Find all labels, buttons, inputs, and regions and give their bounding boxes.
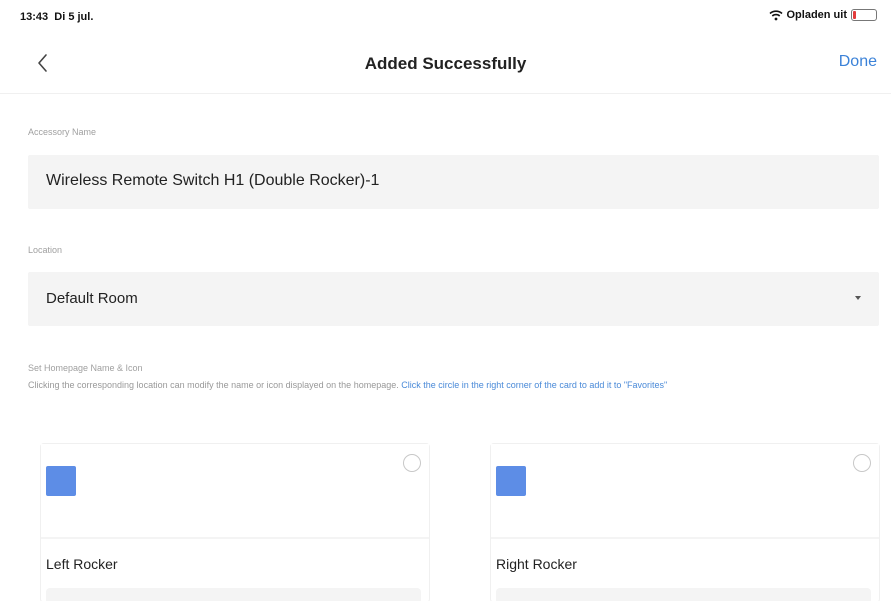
status-clock: 13:43 Di 5 jul.: [20, 11, 94, 23]
card-header: [41, 444, 429, 537]
location-select[interactable]: Default Room: [28, 272, 879, 326]
card-divider: [491, 537, 879, 539]
accessory-name-value: Wireless Remote Switch H1 (Double Rocker…: [46, 172, 380, 189]
card-header: [491, 444, 879, 537]
accessory-name-label: Accessory Name: [28, 127, 97, 137]
location-label: Location: [28, 245, 63, 255]
homepage-hint-text: Clicking the corresponding location can …: [28, 380, 399, 390]
navigation-bar: Added Successfully Done: [0, 34, 891, 94]
card-name[interactable]: Left Rocker: [46, 556, 118, 572]
card-footer: [496, 588, 871, 601]
favorite-circle-icon[interactable]: [403, 454, 421, 472]
accessory-name-field[interactable]: Wireless Remote Switch H1 (Double Rocker…: [28, 155, 879, 209]
status-indicators: Opladen uit: [768, 9, 877, 21]
battery-icon: [851, 9, 877, 21]
done-button[interactable]: Done: [839, 53, 877, 71]
location-value: Default Room: [46, 290, 138, 307]
charging-status: Opladen uit: [786, 9, 848, 21]
left-rocker-card[interactable]: Left Rocker: [40, 443, 430, 601]
switch-icon[interactable]: [46, 466, 76, 496]
switch-icon[interactable]: [496, 466, 526, 496]
card-name[interactable]: Right Rocker: [496, 556, 577, 572]
status-bar: 13:43 Di 5 jul. Opladen uit: [0, 0, 891, 34]
wifi-icon: [768, 10, 783, 21]
page-title: Added Successfully: [364, 54, 527, 73]
right-rocker-card[interactable]: Right Rocker: [490, 443, 880, 601]
favorites-hint-link: Click the circle in the right corner of …: [401, 380, 668, 390]
card-divider: [41, 537, 429, 539]
card-footer: [46, 588, 421, 601]
homepage-hint: Clicking the corresponding location can …: [28, 378, 878, 393]
dropdown-caret-icon: [855, 296, 861, 300]
homepage-heading: Set Homepage Name & Icon: [28, 363, 143, 373]
favorite-circle-icon[interactable]: [853, 454, 871, 472]
